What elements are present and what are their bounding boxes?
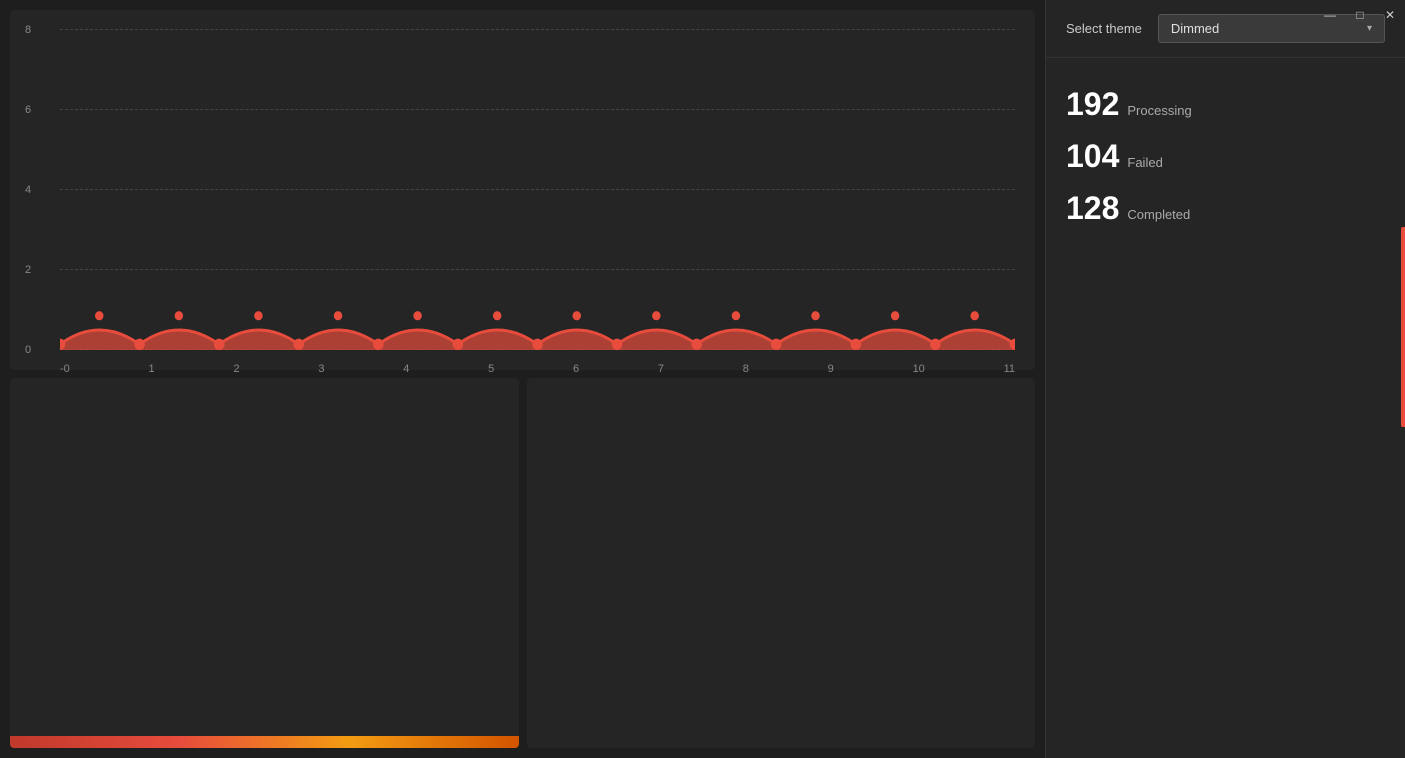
title-bar: — □ ✕: [1305, 0, 1405, 30]
stat-row-failed: 104 Failed: [1066, 140, 1385, 172]
stat-row-completed: 128 Completed: [1066, 192, 1385, 224]
stats-section: 192 Processing 104 Failed 128 Completed: [1046, 58, 1405, 254]
maximize-button[interactable]: □: [1345, 0, 1375, 30]
main-chart-container: 8 6 4 2 0: [10, 10, 1035, 370]
left-panel: 8 6 4 2 0: [0, 0, 1045, 758]
bottom-chart-left: [10, 378, 519, 748]
minimize-button[interactable]: —: [1315, 0, 1345, 30]
failed-count: 104: [1066, 140, 1119, 172]
right-sidebar: Select theme Dimmed ▾ 192 Processing 104…: [1045, 0, 1405, 758]
bottom-chart-right: [527, 378, 1036, 748]
x-axis-labels: -0 1 2 3 4 5 6 7 8 9 10 11: [60, 363, 1015, 375]
right-accent-bar: [1401, 227, 1405, 427]
processing-label: Processing: [1127, 103, 1191, 118]
completed-label: Completed: [1127, 207, 1190, 222]
color-strip: [10, 736, 519, 748]
line-chart-svg: [60, 30, 1015, 350]
main-layout: 8 6 4 2 0: [0, 0, 1405, 758]
close-button[interactable]: ✕: [1375, 0, 1405, 30]
chart-area: 8 6 4 2 0: [60, 30, 1015, 350]
failed-label: Failed: [1127, 155, 1162, 170]
bottom-charts-row: [10, 378, 1035, 748]
stat-row-processing: 192 Processing: [1066, 88, 1385, 120]
theme-label: Select theme: [1066, 21, 1142, 36]
theme-selected-value: Dimmed: [1171, 21, 1219, 36]
processing-count: 192: [1066, 88, 1119, 120]
completed-count: 128: [1066, 192, 1119, 224]
